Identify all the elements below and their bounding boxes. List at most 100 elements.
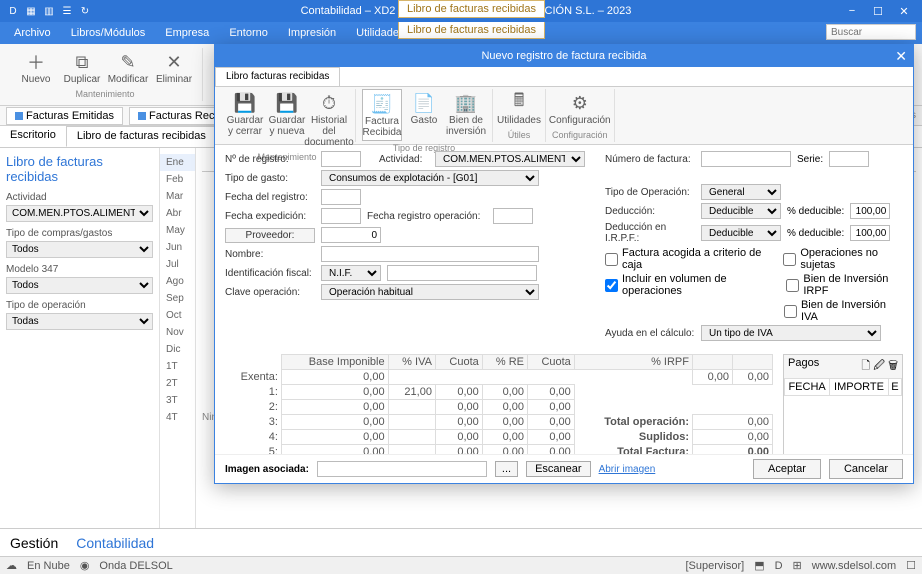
- inp-serie[interactable]: [829, 151, 869, 167]
- tb-icon-4[interactable]: ↻: [78, 4, 92, 18]
- month-item[interactable]: Mar: [160, 188, 195, 205]
- month-item[interactable]: Jun: [160, 239, 195, 256]
- context-tab-top: Libro de facturas recibidas: [398, 0, 545, 18]
- btn-aceptar[interactable]: Aceptar: [753, 459, 821, 479]
- status-icon-4[interactable]: ☐: [906, 559, 916, 572]
- table-row: 2:0,000,000,000,00: [225, 400, 773, 415]
- maximize-icon[interactable]: ☐: [866, 5, 890, 18]
- status-url[interactable]: www.sdelsol.com: [812, 560, 896, 572]
- sel-deduccion[interactable]: Deducible: [701, 203, 781, 219]
- sel-tipo-op[interactable]: Todas: [6, 313, 153, 330]
- lbl-ayuda: Ayuda en el cálculo:: [605, 328, 695, 339]
- copy-icon: ⧉: [70, 50, 94, 74]
- inp-pct-ded[interactable]: [850, 203, 890, 219]
- minimize-icon[interactable]: −: [840, 5, 864, 18]
- chk-incluir-vol[interactable]: [605, 279, 618, 292]
- inp-num-factura[interactable]: [701, 151, 791, 167]
- month-item[interactable]: 3T: [160, 392, 195, 409]
- sel-modelo[interactable]: Todos: [6, 277, 153, 294]
- month-item[interactable]: 2T: [160, 375, 195, 392]
- month-item[interactable]: May: [160, 222, 195, 239]
- inp-fecha-reg[interactable]: [321, 189, 361, 205]
- tb-icon-1[interactable]: ▦: [24, 4, 38, 18]
- month-item[interactable]: Jul: [160, 256, 195, 273]
- status-icon-3[interactable]: ⊞: [793, 559, 802, 572]
- nav-contabilidad[interactable]: Contabilidad: [76, 535, 154, 551]
- menu-impresion[interactable]: Impresión: [278, 27, 346, 39]
- inp-proveedor[interactable]: [321, 227, 381, 243]
- sel-tipo-compras[interactable]: Todos: [6, 241, 153, 258]
- status-onda[interactable]: Onda DELSOL: [99, 560, 172, 572]
- pagos-del-icon[interactable]: 🗑: [888, 360, 898, 372]
- side-tab-escritorio[interactable]: Escritorio: [0, 126, 66, 147]
- status-icon-1[interactable]: ⬒: [754, 559, 764, 572]
- menu-entorno[interactable]: Entorno: [219, 27, 278, 39]
- month-item[interactable]: Dic: [160, 341, 195, 358]
- chk-bien-iva[interactable]: [784, 305, 797, 318]
- sel-actividad[interactable]: COM.MEN.PTOS.ALIMENTICIOS: [6, 205, 153, 222]
- btn-proveedor[interactable]: Proveedor:: [225, 228, 315, 243]
- lbl-tipo-gasto: Tipo de gasto:: [225, 173, 315, 184]
- nav-gestion[interactable]: Gestión: [10, 535, 58, 551]
- month-item[interactable]: Ene: [160, 154, 195, 171]
- table-row: Exenta:0,000,000,00: [225, 370, 773, 385]
- pagos-edit-icon[interactable]: 🖉: [873, 360, 885, 372]
- month-item[interactable]: Feb: [160, 171, 195, 188]
- inp-fecha-reg-op[interactable]: [493, 208, 533, 224]
- sel-actividad2[interactable]: COM.MEN.PTOS.ALIMENTICIOS ME: [435, 151, 585, 167]
- chk-bien-irpf[interactable]: [786, 279, 799, 292]
- btn-gasto[interactable]: 📄Gasto: [404, 89, 444, 141]
- btn-historial[interactable]: ⏱Historial del documento: [309, 89, 349, 150]
- lbl-actividad2: Actividad:: [379, 154, 429, 165]
- context-tab-bottom[interactable]: Libro de facturas recibidas: [398, 22, 545, 39]
- sel-clave-op[interactable]: Operación habitual: [321, 284, 539, 300]
- ribbon-nuevo[interactable]: ＋Nuevo: [14, 48, 58, 87]
- tab-facturas-emitidas[interactable]: Facturas Emitidas: [6, 107, 123, 125]
- btn-cancelar[interactable]: Cancelar: [829, 459, 903, 479]
- btn-guardar-nueva[interactable]: 💾Guardar y nueva: [267, 89, 307, 150]
- inp-nombre[interactable]: [321, 246, 539, 262]
- month-item[interactable]: 4T: [160, 409, 195, 426]
- link-abrir-imagen[interactable]: Abrir imagen: [599, 464, 656, 475]
- btn-configuracion[interactable]: ⚙Configuración: [560, 89, 600, 128]
- sel-tipo-oper[interactable]: General: [701, 184, 781, 200]
- month-item[interactable]: Ago: [160, 273, 195, 290]
- btn-utilidades[interactable]: 🖩Utilidades: [499, 89, 539, 128]
- chk-caja[interactable]: [605, 253, 618, 266]
- menu-empresa[interactable]: Empresa: [155, 27, 219, 39]
- inp-pct-ded2[interactable]: [850, 225, 890, 241]
- sel-ded-irpf[interactable]: Deducible: [701, 225, 781, 241]
- pagos-new-icon[interactable]: 🗋: [861, 360, 870, 372]
- month-item[interactable]: 1T: [160, 358, 195, 375]
- month-item[interactable]: Oct: [160, 307, 195, 324]
- inp-fecha-exp[interactable]: [321, 208, 361, 224]
- btn-escanear[interactable]: Escanear: [526, 461, 590, 477]
- inp-n-registro[interactable]: [321, 151, 361, 167]
- menu-archivo[interactable]: Archivo: [4, 27, 61, 39]
- tb-icon-3[interactable]: ☰: [60, 4, 74, 18]
- modal-tab-libro[interactable]: Libro facturas recibidas: [215, 67, 340, 86]
- modal-close-icon[interactable]: ✕: [895, 48, 907, 65]
- menu-libros[interactable]: Libros/Módulos: [61, 27, 156, 39]
- tb-icon-2[interactable]: ▥: [42, 4, 56, 18]
- inp-ident-fiscal[interactable]: [387, 265, 537, 281]
- sel-ayuda[interactable]: Un tipo de IVA: [701, 325, 881, 341]
- sel-ident-fiscal[interactable]: N.I.F.: [321, 265, 381, 281]
- status-icon-2[interactable]: D: [775, 560, 783, 572]
- search-input[interactable]: [826, 24, 916, 40]
- btn-bien-inversion[interactable]: 🏢Bien de inversión: [446, 89, 486, 141]
- close-icon[interactable]: ✕: [892, 5, 916, 18]
- ribbon-duplicar[interactable]: ⧉Duplicar: [60, 48, 104, 87]
- btn-factura-recibida[interactable]: 🧾Factura Recibida: [362, 89, 402, 141]
- chk-no-sujetas[interactable]: [783, 253, 796, 266]
- inp-imagen[interactable]: [317, 461, 487, 477]
- ribbon-modificar[interactable]: ✎Modificar: [106, 48, 150, 87]
- btn-browse[interactable]: ...: [495, 461, 518, 477]
- ribbon-eliminar[interactable]: ✕Eliminar: [152, 48, 196, 87]
- sel-tipo-gasto[interactable]: Consumos de explotación - [G01]: [321, 170, 539, 186]
- month-item[interactable]: Sep: [160, 290, 195, 307]
- btn-guardar-cerrar[interactable]: 💾Guardar y cerrar: [225, 89, 265, 150]
- side-tab-libro[interactable]: Libro de facturas recibidas: [66, 126, 217, 147]
- month-item[interactable]: Nov: [160, 324, 195, 341]
- month-item[interactable]: Abr: [160, 205, 195, 222]
